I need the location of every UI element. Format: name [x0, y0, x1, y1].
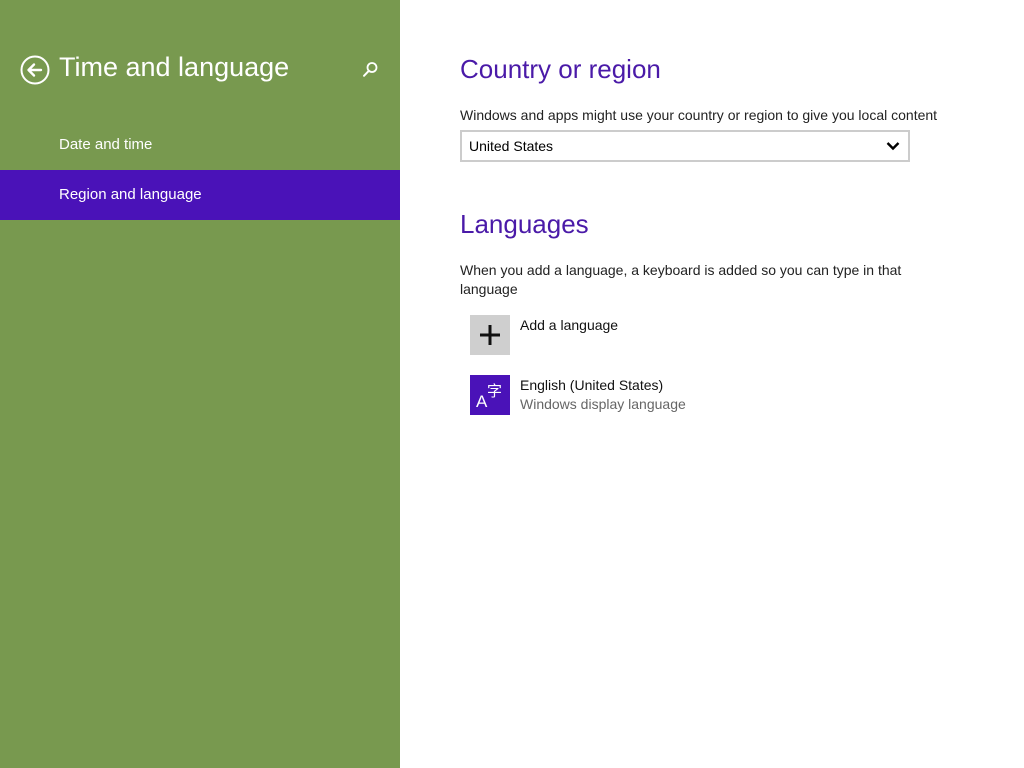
country-heading: Country or region: [460, 54, 661, 84]
language-tile: A 字: [470, 375, 510, 415]
search-icon: [363, 62, 378, 77]
back-arrow-icon: [20, 55, 50, 85]
language-icon: A 字: [476, 382, 502, 411]
country-dropdown[interactable]: United States: [460, 130, 910, 162]
chevron-down-icon: [886, 142, 900, 151]
add-language-button[interactable]: Add a language: [470, 315, 970, 357]
languages-heading: Languages: [460, 209, 589, 239]
language-detail: Windows display language: [520, 396, 686, 412]
search-button[interactable]: [360, 60, 380, 80]
page-title: Time and language: [59, 52, 290, 82]
sidebar-item-date-and-time[interactable]: Date and time: [0, 120, 400, 170]
add-language-tile: [470, 315, 510, 355]
sidebar-item-label: Region and language: [59, 186, 202, 203]
svg-text:字: 字: [487, 382, 502, 400]
sidebar-item-region-and-language[interactable]: Region and language: [0, 170, 400, 220]
add-language-label: Add a language: [520, 317, 619, 333]
country-description: Windows and apps might use your country …: [460, 107, 938, 123]
plus-icon: [480, 325, 500, 345]
language-item-english-us[interactable]: A 字 English (United States) Windows disp…: [470, 375, 970, 417]
sidebar: Time and language Date and time Region a…: [0, 0, 400, 768]
main-content: Country or region Windows and apps might…: [400, 0, 1024, 768]
language-name: English (United States): [520, 377, 664, 393]
sidebar-item-label: Date and time: [59, 136, 153, 153]
languages-description: When you add a language, a keyboard is a…: [460, 262, 902, 297]
country-dropdown-value: United States: [469, 138, 554, 154]
back-button[interactable]: [20, 55, 50, 85]
